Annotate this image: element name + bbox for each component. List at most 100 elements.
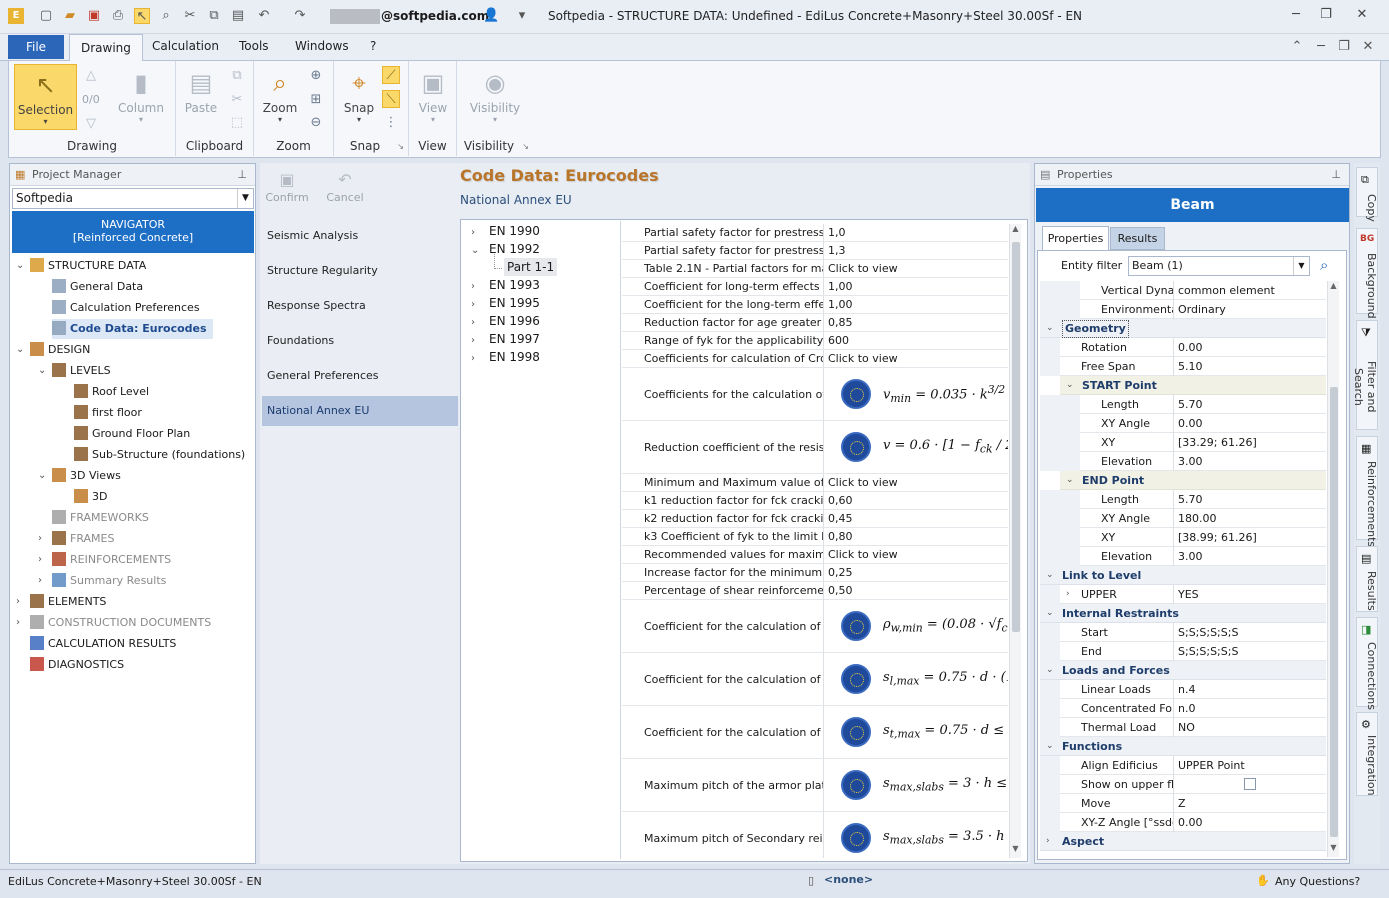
dock-tab-results[interactable]: ▤ Results [1356,546,1378,612]
dock-tab-copy[interactable]: Copy ⧉ [1356,167,1378,222]
status-help-link[interactable]: Any Questions? [1275,875,1360,888]
search-icon[interactable]: ⌕ [158,8,174,24]
undo-icon[interactable]: ↶ [256,8,272,24]
code-row[interactable]: k3 Coefficient of fyk to the limit belov… [622,528,1008,546]
properties-scrollbar[interactable]: ▲ ▼ [1327,281,1339,857]
column-button[interactable]: ▮ Column ▾ [113,69,169,124]
up-triangle-icon[interactable]: △ [82,67,100,85]
code-row-value[interactable]: Click to view [826,350,1008,367]
zoom-out-icon[interactable]: ⊖ [307,114,325,132]
property-row[interactable]: Concentrated Forc n.0 [1040,699,1326,718]
view-button[interactable]: ▣ View ▾ [413,69,453,124]
dock-tab-reinforcements[interactable]: ▦ Reinforcements [1356,436,1378,547]
down-triangle-icon[interactable]: ▽ [82,115,100,133]
property-value[interactable]: S;S;S;S;S;S [1176,642,1326,661]
code-row[interactable]: Reduction factor for age greater tha 0,85 [622,314,1008,332]
selection-button[interactable]: ↖ Selection ▾ [14,64,77,130]
select-pointer-icon[interactable]: ↖ [134,8,150,24]
code-row-value[interactable]: smax,slabs = 3.5 · h ≤ 45 [826,812,1008,858]
eu-flag-icon[interactable] [841,770,871,800]
category-expander-icon[interactable]: ⌄ [1046,661,1054,680]
property-value[interactable]: S;S;S;S;S;S [1176,623,1326,642]
property-category[interactable]: ⌄ Geometry [1040,319,1326,338]
property-row[interactable]: XY [38.99; 61.26] [1040,528,1326,547]
property-row[interactable]: Elevation 3.00 [1040,547,1326,566]
mdi-close-icon[interactable]: ✕ [1360,39,1376,55]
property-value[interactable]: 5.70 [1176,490,1326,509]
tree-expander-icon[interactable]: › [16,617,20,628]
eurocode-item[interactable]: EN 1990 [486,222,543,240]
copy-small-icon[interactable]: ⧉ [228,67,246,85]
eurocode-item[interactable]: EN 1995 [486,294,543,312]
category-expander-icon[interactable]: ⌄ [1046,566,1054,585]
tree-item[interactable]: REINFORCEMENTS [52,550,177,570]
scroll-up-icon[interactable]: ▲ [1010,224,1021,238]
eurocode-item[interactable]: EN 1993 [486,276,543,294]
paste-button[interactable]: ▤ Paste [182,69,220,115]
category-expander-icon[interactable]: ⌄ [1046,319,1054,338]
scroll-down-icon[interactable]: ▼ [1010,844,1021,858]
snap-midpoint-icon[interactable]: ⟍ [382,90,400,108]
tree-item[interactable]: FRAMEWORKS [52,508,155,528]
property-value[interactable]: YES [1176,585,1326,604]
tree-item[interactable]: STRUCTURE DATA [30,256,152,276]
tree-item[interactable]: Code Data: Eurocodes [52,319,213,339]
property-row[interactable]: Start S;S;S;S;S;S [1040,623,1326,642]
tree-item[interactable]: Summary Results [52,571,172,591]
new-file-icon[interactable]: ▢ [38,8,54,24]
code-row-value[interactable]: 0,80 [826,528,1008,545]
property-row[interactable]: Move Z [1040,794,1326,813]
code-row-value[interactable]: 0,25 [826,564,1008,581]
zoom-button[interactable]: ⌕ Zoom ▾ [260,69,300,124]
dock-tab-filter[interactable]: ⧩ Filter and Search [1352,320,1378,430]
mdi-minimize-icon[interactable]: ─ [1313,39,1329,55]
property-value[interactable]: UPPER Point [1176,756,1326,775]
en-expander-icon[interactable]: › [471,299,475,310]
property-row[interactable]: Environmental Ordinary [1040,300,1326,319]
property-row[interactable]: End S;S;S;S;S;S [1040,642,1326,661]
cut-small-icon[interactable]: ✂ [228,91,246,109]
en-expander-icon[interactable]: › [471,227,475,238]
eu-flag-icon[interactable] [841,379,871,409]
code-row[interactable]: Maximum pitch of Secondary reinforc smax,… [622,812,1008,858]
property-value[interactable]: NO [1176,718,1326,737]
tree-expander-icon[interactable]: › [38,533,42,544]
eurocode-item[interactable]: EN 1998 [486,348,543,366]
code-row[interactable]: Minimum and Maximum value of cotg Click t… [622,474,1008,492]
dock-tab-background[interactable]: BG Background [1356,228,1378,319]
code-row-value[interactable]: st,max = 0.75 · d ≤ 600 [826,706,1008,758]
property-row[interactable]: Length 5.70 [1040,490,1326,509]
property-row[interactable]: Linear Loads n.4 [1040,680,1326,699]
entity-search-icon[interactable]: ⌕ [1320,256,1328,274]
property-category[interactable]: ⌄ Link to Level [1040,566,1326,585]
code-row[interactable]: Maximum pitch of the armor plates M smax,… [622,759,1008,812]
property-row[interactable]: XY Angle 180.00 [1040,509,1326,528]
tree-expander-icon[interactable]: ⌄ [16,344,24,355]
file-tab[interactable]: File [8,35,64,59]
property-category[interactable]: › Aspect [1040,832,1326,851]
property-value[interactable]: 0.00 [1176,414,1326,433]
tree-item[interactable]: 3D Views [52,466,127,486]
code-row-value[interactable]: 0,45 [826,510,1008,527]
tree-item[interactable]: General Data [52,277,149,297]
code-row-value[interactable]: 1,3 [826,242,1008,259]
code-row-value[interactable]: Click to view [826,260,1008,277]
code-row[interactable]: Partial safety factor for prestressing 1,… [622,224,1008,242]
tree-expander-icon[interactable]: ⌄ [38,470,46,481]
close-button[interactable]: ✕ [1350,7,1374,25]
code-row-value[interactable]: v = 0.6 · [1 − fck / 250] [826,421,1008,473]
tab-calculation[interactable]: Calculation [152,39,219,53]
code-table-scrollbar[interactable]: ▲ ▼ [1009,224,1021,858]
nav-response-spectra[interactable]: Response Spectra [262,291,458,321]
en-expander-icon[interactable]: › [471,281,475,292]
code-row[interactable]: Reduction coefficient of the resistanc v … [622,421,1008,474]
eu-flag-icon[interactable] [841,823,871,853]
nav-general-preferences[interactable]: General Preferences [262,361,458,391]
property-value[interactable]: n.4 [1176,680,1326,699]
en-expander-icon[interactable]: › [471,353,475,364]
code-row[interactable]: Coefficient for the calculation of the ρw… [622,600,1008,653]
property-row[interactable]: Show on upper floc [1040,775,1326,794]
property-value[interactable]: 180.00 [1176,509,1326,528]
visibility-launcher-icon[interactable]: ↘ [522,142,529,151]
category-expander-icon[interactable]: › [1046,832,1050,851]
